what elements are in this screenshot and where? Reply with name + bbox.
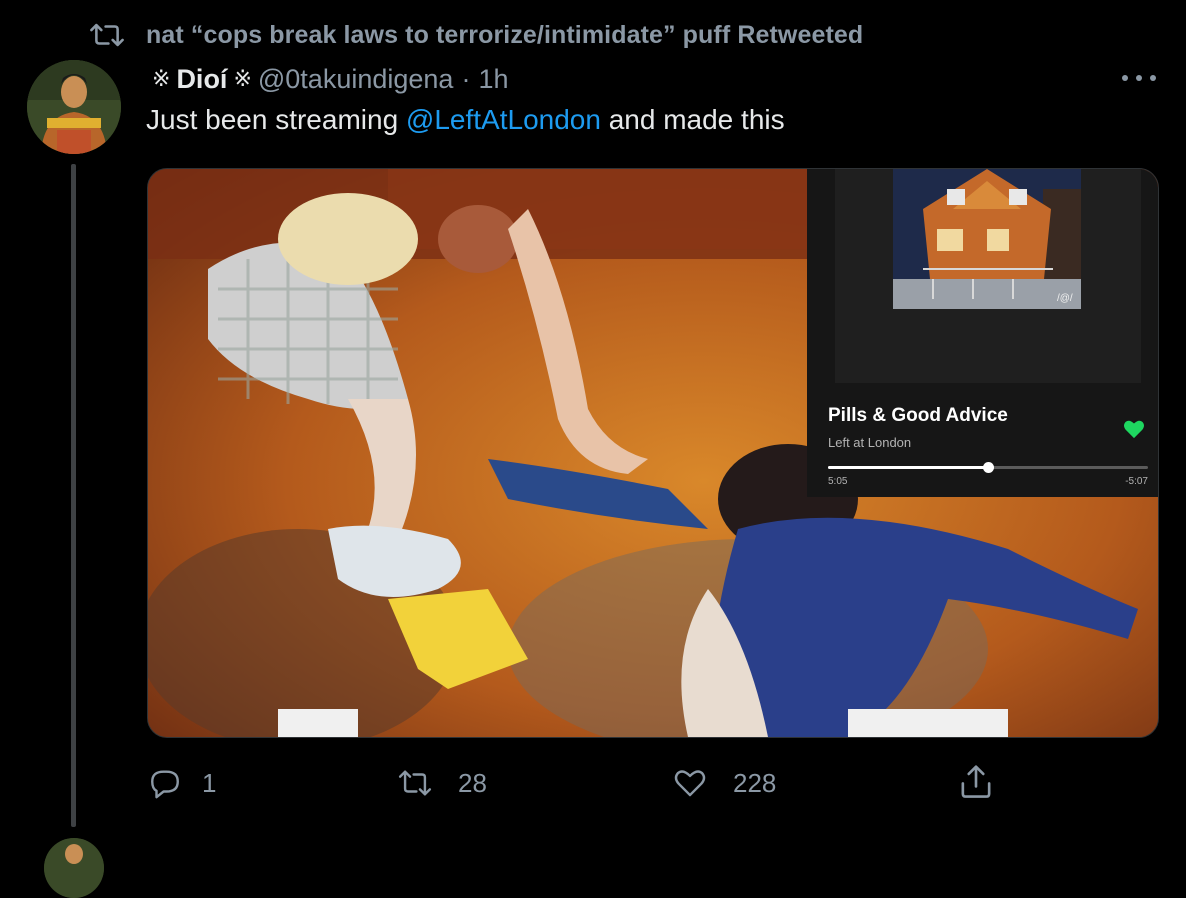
next-tweet-avatar[interactable] <box>44 838 104 898</box>
time-elapsed: 5:05 <box>828 476 848 487</box>
tweet-header: ※ Dioí ※ @0takuindigena · 1h <box>146 60 508 98</box>
reply-count: 1 <box>202 767 217 798</box>
author-name[interactable]: Dioí <box>176 64 227 95</box>
retweet-action-icon <box>398 770 432 796</box>
liked-heart-icon[interactable] <box>1123 419 1145 439</box>
music-player-overlay[interactable]: /@/ Pills & Good Advice Left at London 5… <box>807 169 1158 497</box>
track-artist[interactable]: Left at London <box>828 435 911 450</box>
name-decoration-left: ※ <box>152 66 171 91</box>
like-count: 228 <box>733 767 777 798</box>
avatar[interactable] <box>27 60 121 154</box>
reply-icon <box>151 770 179 799</box>
next-avatar-image <box>44 838 104 898</box>
reply-button[interactable]: 1 <box>148 760 216 806</box>
more-icon[interactable] <box>1122 68 1156 88</box>
retweet-context[interactable]: nat “cops break laws to terrorize/intimi… <box>90 18 863 52</box>
like-button[interactable]: 228 <box>673 760 776 806</box>
tweet-text-after: and made this <box>600 104 785 135</box>
retweet-count: 28 <box>458 767 487 798</box>
tweet-actions: 1 28 228 <box>0 760 1186 806</box>
separator: · <box>461 63 471 94</box>
tweet-text: Just been streaming @LeftAtLondon and ma… <box>146 104 785 136</box>
retweet-button[interactable]: 28 <box>398 760 487 806</box>
svg-text:/@/: /@/ <box>1057 293 1073 304</box>
name-decoration-right: ※ <box>233 66 252 91</box>
avatar-image <box>27 60 121 154</box>
track-title[interactable]: Pills & Good Advice <box>828 405 1008 427</box>
album-art: /@/ <box>893 169 1081 309</box>
retweet-label[interactable]: nat “cops break laws to terrorize/intimi… <box>146 21 863 50</box>
progress-knob[interactable] <box>983 462 994 473</box>
author-handle[interactable]: @0takuindigena <box>258 64 454 95</box>
progress-fill <box>828 466 988 469</box>
retweet-icon <box>90 23 124 47</box>
time-remaining: -5:07 <box>1125 476 1148 487</box>
share-icon[interactable] <box>958 763 994 801</box>
thread-line <box>71 164 76 827</box>
progress-bar[interactable] <box>828 462 1148 473</box>
mention-link[interactable]: @LeftAtLondon <box>406 104 601 135</box>
album-cover: /@/ <box>835 169 1141 383</box>
like-icon <box>674 770 706 797</box>
tweet-text-before: Just been streaming <box>146 104 406 135</box>
tweet-media[interactable]: /@/ Pills & Good Advice Left at London 5… <box>147 168 1159 738</box>
timestamp[interactable]: 1h <box>478 64 508 95</box>
